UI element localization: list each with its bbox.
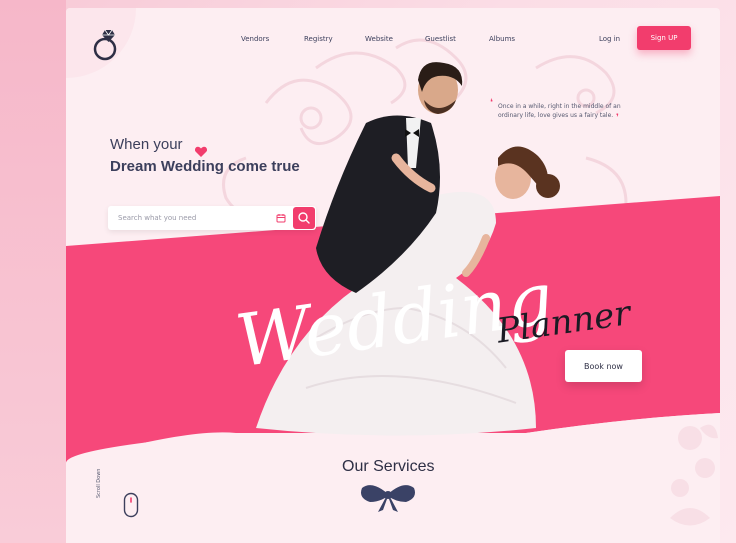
landing-page: Wedding Planner Vendors Registry Website… <box>66 8 720 543</box>
hero-subtitle: When your <box>110 136 183 153</box>
flower-icon <box>670 424 718 526</box>
heart-icon <box>194 146 208 157</box>
search-button[interactable] <box>293 207 315 229</box>
mouse-icon[interactable] <box>123 492 139 518</box>
diamond-ring-icon[interactable] <box>92 26 124 62</box>
outer-background <box>0 0 66 543</box>
search-input[interactable] <box>118 211 268 225</box>
book-now-button[interactable]: Book now <box>565 350 642 382</box>
nav-website[interactable]: Website <box>365 35 393 43</box>
signup-button[interactable]: Sign UP <box>637 26 691 50</box>
nav-registry[interactable]: Registry <box>304 35 333 43</box>
services-title: Our Services <box>342 458 435 475</box>
hero-quote: Once in a while, right in the middle of … <box>498 103 621 119</box>
quote-mark-close: ❜ <box>616 113 619 123</box>
calendar-icon[interactable] <box>276 213 286 223</box>
nav-albums[interactable]: Albums <box>489 35 515 43</box>
scroll-down-label: Scroll Down <box>96 468 102 498</box>
quote-mark-open: ❛ <box>490 98 493 108</box>
login-link[interactable]: Log in <box>599 35 620 43</box>
bow-icon <box>361 485 415 512</box>
hero-title: Dream Wedding come true <box>110 158 300 175</box>
nav-guestlist[interactable]: Guestlist <box>425 35 456 43</box>
search-icon <box>298 212 310 224</box>
nav-vendors[interactable]: Vendors <box>241 35 269 43</box>
